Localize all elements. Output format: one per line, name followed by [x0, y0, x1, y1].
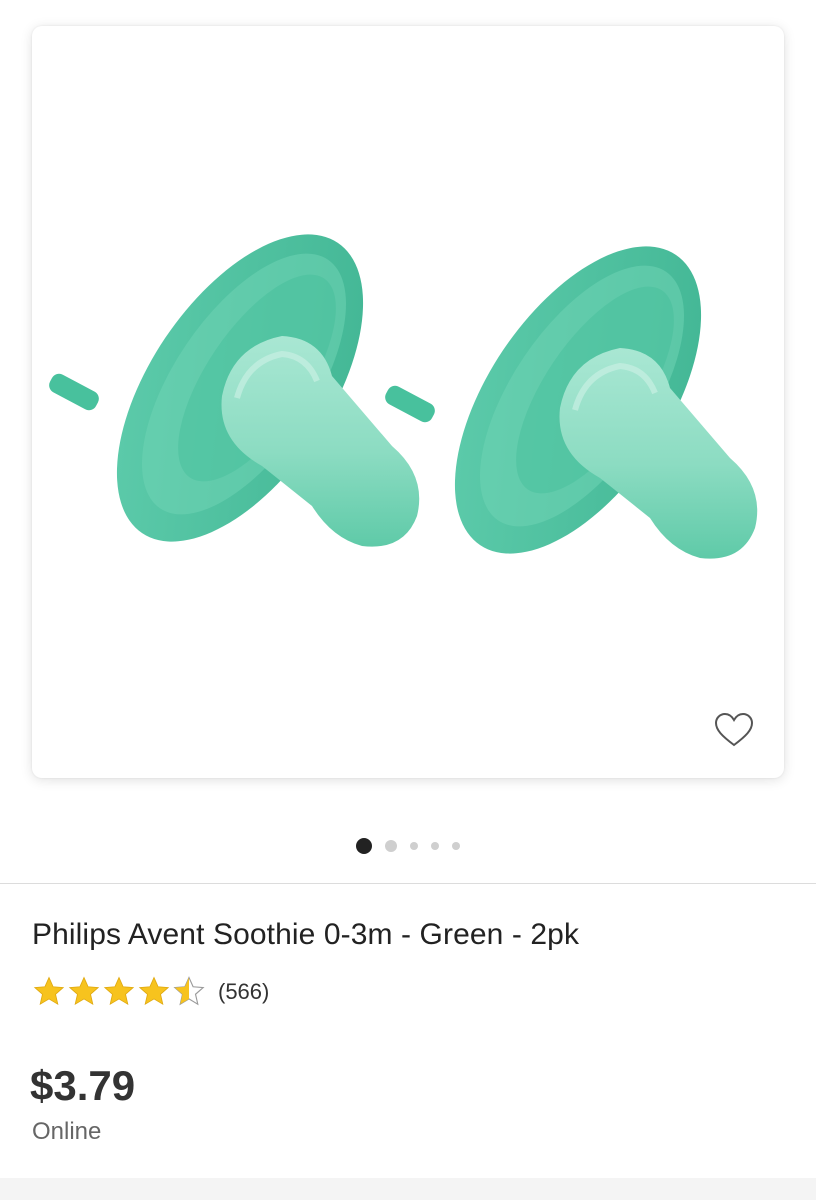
- rating-stars: [32, 975, 206, 1009]
- sales-channel: Online: [32, 1118, 102, 1145]
- product-rating[interactable]: (566): [32, 974, 269, 1010]
- star-half-icon: [173, 976, 205, 1006]
- carousel-dot-5[interactable]: [452, 842, 460, 850]
- favorite-button[interactable]: [712, 708, 756, 752]
- product-price: $3.79: [30, 1062, 136, 1109]
- product-image-card[interactable]: [32, 26, 784, 778]
- carousel-dot-1[interactable]: [356, 838, 372, 854]
- product-image: [49, 234, 758, 559]
- section-divider: [0, 883, 816, 884]
- bottom-section-band: [0, 1178, 816, 1200]
- star-full-icon: [33, 976, 65, 1006]
- carousel-dot-2[interactable]: [385, 840, 397, 852]
- heart-outline-icon: [714, 712, 754, 747]
- star-full-icon: [103, 976, 135, 1006]
- pacifier-right: [385, 246, 758, 559]
- product-title: Philips Avent Soothie 0-3m - Green - 2pk: [32, 918, 580, 951]
- rating-count: (566): [218, 979, 270, 1004]
- pacifier-left: [49, 234, 420, 547]
- star-full-icon: [68, 976, 100, 1006]
- carousel-dot-4[interactable]: [431, 842, 439, 850]
- carousel-dot-3[interactable]: [410, 842, 418, 850]
- star-full-icon: [138, 976, 170, 1006]
- image-carousel-indicator: [0, 836, 816, 856]
